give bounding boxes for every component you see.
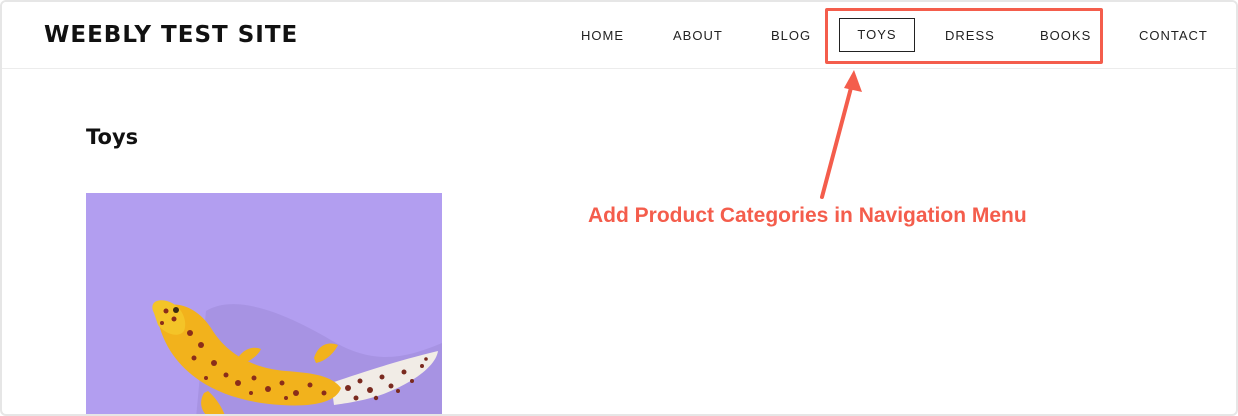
annotation-caption: Add Product Categories in Navigation Men… <box>588 204 1027 227</box>
annotation-arrow <box>820 70 862 199</box>
gecko-toy-illustration <box>86 193 442 414</box>
nav-item-home[interactable]: HOME <box>581 28 624 43</box>
page-title: Toys <box>86 125 139 149</box>
nav-item-contact[interactable]: CONTACT <box>1139 28 1208 43</box>
nav-item-about[interactable]: ABOUT <box>673 28 723 43</box>
nav-item-blog[interactable]: BLOG <box>771 28 811 43</box>
annotation-highlight-box <box>825 8 1103 64</box>
site-header: WEEBLY TEST SITE HOME ABOUT BLOG TOYS DR… <box>2 2 1236 69</box>
site-title[interactable]: WEEBLY TEST SITE <box>44 22 298 48</box>
browser-frame: WEEBLY TEST SITE HOME ABOUT BLOG TOYS DR… <box>0 0 1238 416</box>
product-image[interactable] <box>86 193 442 414</box>
